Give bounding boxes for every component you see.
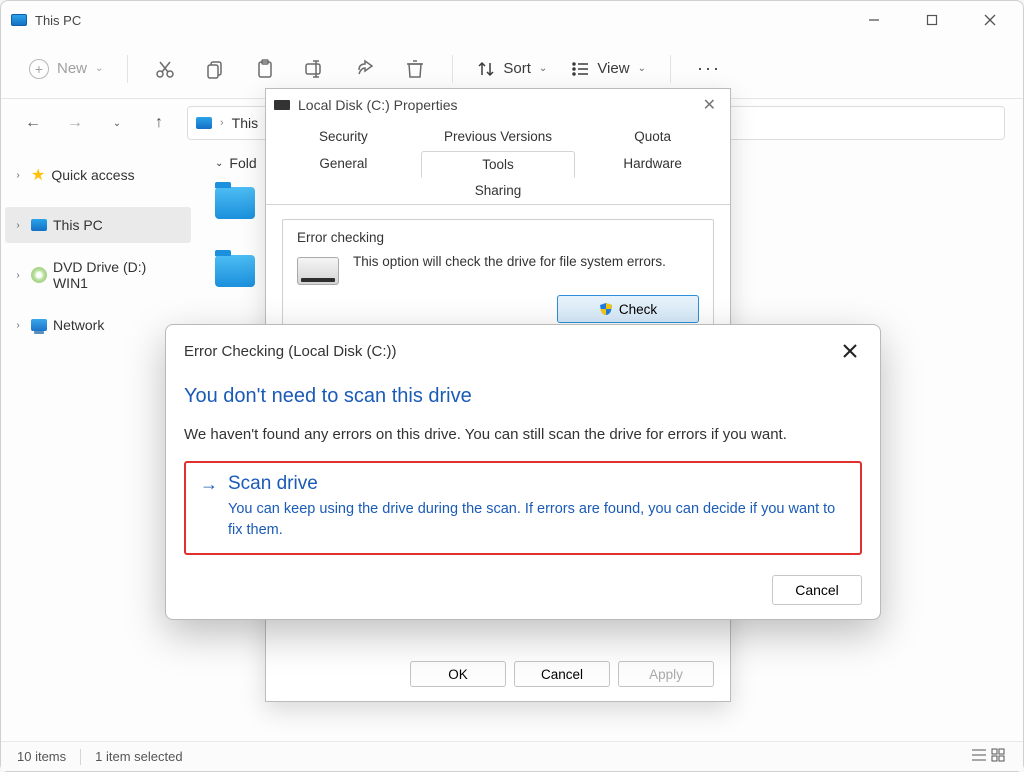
- chevron-right-icon: ›: [11, 220, 25, 231]
- close-button[interactable]: [961, 4, 1019, 36]
- sidebar-item-label: Network: [53, 317, 104, 333]
- chevron-down-icon: ⌄: [95, 63, 103, 74]
- sort-button[interactable]: Sort ⌄: [467, 54, 557, 84]
- properties-titlebar: Local Disk (C:) Properties ✕: [266, 89, 730, 121]
- chevron-right-icon: ›: [11, 320, 25, 331]
- delete-button[interactable]: [392, 51, 438, 87]
- cut-button[interactable]: [142, 51, 188, 87]
- folder-icon[interactable]: [215, 187, 255, 219]
- sidebar-item-label: DVD Drive (D:) WIN1: [53, 259, 185, 291]
- share-button[interactable]: [342, 51, 388, 87]
- star-icon: ★: [31, 165, 45, 185]
- error-checking-dialog-title: Error Checking (Local Disk (C:)): [184, 343, 838, 360]
- more-button[interactable]: ···: [697, 58, 721, 79]
- tab-security[interactable]: Security: [266, 123, 421, 150]
- disc-icon: [31, 267, 47, 283]
- arrow-right-icon: →: [200, 474, 218, 495]
- back-button[interactable]: ←: [19, 109, 47, 137]
- statusbar: 10 items 1 item selected: [1, 741, 1023, 771]
- properties-footer: OK Cancel Apply: [410, 661, 714, 687]
- details-view-button[interactable]: [971, 748, 987, 765]
- view-toggle: [971, 748, 1007, 765]
- minimize-button[interactable]: [845, 4, 903, 36]
- tab-hardware[interactable]: Hardware: [575, 150, 730, 177]
- apply-button[interactable]: Apply: [618, 661, 714, 687]
- drive-icon: [297, 257, 339, 285]
- chevron-down-icon: ⌄: [539, 63, 547, 74]
- forward-button[interactable]: →: [61, 109, 89, 137]
- folder-icon[interactable]: [215, 255, 255, 287]
- pc-monitor-icon: [196, 117, 212, 129]
- chevron-right-icon: ›: [11, 270, 25, 281]
- network-icon: [31, 319, 47, 331]
- chevron-down-icon: ⌄: [638, 63, 646, 74]
- up-button[interactable]: ↑: [145, 109, 173, 137]
- view-button[interactable]: View ⌄: [561, 54, 656, 84]
- error-checking-message: We haven't found any errors on this driv…: [184, 426, 862, 443]
- separator: [452, 55, 453, 83]
- titlebar: This PC: [1, 1, 1023, 39]
- sidebar-item-network[interactable]: › Network: [5, 307, 191, 343]
- separator: [127, 55, 128, 83]
- ok-button[interactable]: OK: [410, 661, 506, 687]
- close-button[interactable]: ✕: [697, 95, 722, 115]
- separator: [80, 749, 81, 765]
- cancel-button[interactable]: Cancel: [514, 661, 610, 687]
- thumbnails-view-button[interactable]: [991, 748, 1007, 765]
- shield-icon: [599, 302, 613, 316]
- tab-sharing[interactable]: Sharing: [266, 177, 730, 204]
- error-checking-headline: You don't need to scan this drive: [184, 385, 862, 408]
- disk-icon: [274, 100, 290, 110]
- error-checking-section: Error checking This option will check th…: [282, 219, 714, 338]
- sidebar-item-quick-access[interactable]: › ★ Quick access: [5, 157, 191, 193]
- scan-drive-title: Scan drive: [228, 473, 318, 495]
- breadcrumb-crumb[interactable]: This: [232, 115, 258, 131]
- new-button[interactable]: + New ⌄: [19, 53, 113, 85]
- rename-button[interactable]: [292, 51, 338, 87]
- pc-monitor-icon: [11, 14, 27, 26]
- error-checking-title: Error checking: [297, 230, 699, 245]
- pc-monitor-icon: [31, 219, 47, 231]
- tab-tools[interactable]: Tools: [421, 151, 576, 178]
- chevron-right-icon: ›: [220, 117, 224, 129]
- chevron-down-icon: ⌄: [215, 158, 223, 169]
- chevron-right-icon: ›: [11, 170, 25, 181]
- paste-button[interactable]: [242, 51, 288, 87]
- status-selected-count: 1 item selected: [95, 749, 182, 764]
- plus-icon: +: [29, 59, 49, 79]
- separator: [670, 55, 671, 83]
- check-button[interactable]: Check: [557, 295, 699, 323]
- sidebar-item-this-pc[interactable]: › This PC: [5, 207, 191, 243]
- tab-previous-versions[interactable]: Previous Versions: [421, 123, 576, 150]
- sort-label: Sort: [503, 60, 531, 77]
- scan-drive-option[interactable]: → Scan drive You can keep using the driv…: [184, 461, 862, 555]
- new-label: New: [57, 60, 87, 77]
- sidebar-item-dvd-drive[interactable]: › DVD Drive (D:) WIN1: [5, 257, 191, 293]
- properties-tabs: Security Previous Versions Quota General…: [266, 123, 730, 205]
- check-button-label: Check: [619, 302, 657, 317]
- tab-general[interactable]: General: [266, 150, 421, 177]
- error-checking-dialog: Error Checking (Local Disk (C:)) You don…: [165, 324, 881, 620]
- history-dropdown[interactable]: ⌄: [103, 109, 131, 137]
- scan-drive-desc: You can keep using the drive during the …: [228, 499, 846, 541]
- status-items-count: 10 items: [17, 749, 66, 764]
- folders-header-label: Fold: [229, 155, 256, 171]
- view-label: View: [597, 60, 629, 77]
- close-button[interactable]: [838, 339, 862, 363]
- cancel-button[interactable]: Cancel: [772, 575, 862, 605]
- maximize-button[interactable]: [903, 4, 961, 36]
- sidebar-item-label: Quick access: [51, 167, 134, 183]
- properties-title: Local Disk (C:) Properties: [298, 97, 689, 113]
- window-title: This PC: [35, 13, 845, 28]
- sidebar-item-label: This PC: [53, 217, 103, 233]
- error-checking-desc: This option will check the drive for fil…: [353, 253, 666, 271]
- copy-button[interactable]: [192, 51, 238, 87]
- tab-quota[interactable]: Quota: [575, 123, 730, 150]
